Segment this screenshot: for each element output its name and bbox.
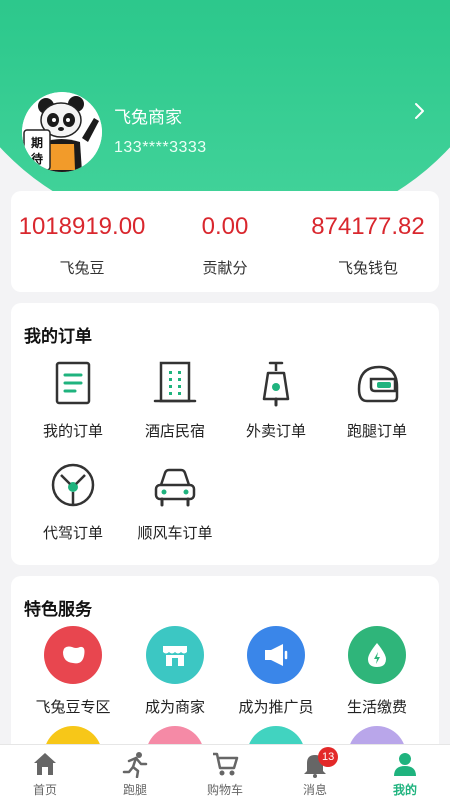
bottom-tab-bar: 首页 跑腿 购物车 13 消息 我的: [0, 744, 450, 800]
order-item-errand[interactable]: 跑腿订单: [327, 359, 427, 441]
feature-beans-zone[interactable]: 飞兔豆专区: [23, 626, 123, 717]
svg-text:期: 期: [31, 135, 43, 150]
tab-label: 消息: [302, 783, 327, 797]
order-item-label: 酒店民宿: [144, 423, 205, 440]
cart-icon: [211, 750, 239, 778]
order-item-label: 外卖订单: [245, 423, 306, 440]
steering-wheel-icon: [49, 461, 97, 509]
feature-label: 生活缴费: [346, 699, 407, 716]
user-name[interactable]: 飞兔商家: [114, 103, 182, 128]
megaphone-icon: [247, 626, 305, 684]
tab-label: 首页: [32, 783, 57, 797]
tab-messages[interactable]: 13 消息: [270, 745, 360, 800]
order-item-driver[interactable]: 代驾订单: [23, 461, 123, 543]
hotel-icon: [151, 359, 199, 407]
stat-label: 贡献分: [202, 260, 248, 277]
stat-value: 0.00: [201, 213, 249, 240]
order-item-label: 顺风车订单: [137, 525, 213, 542]
feature-become-merchant[interactable]: 成为商家: [125, 626, 225, 717]
order-item-carpool[interactable]: 顺风车订单: [125, 461, 225, 543]
message-count-badge: 13: [318, 747, 339, 767]
order-item-label: 我的订单: [42, 423, 103, 440]
stat-label: 飞兔钱包: [337, 260, 398, 277]
stats-card: 1018919.00 飞兔豆 0.00 贡献分 874177.82 飞兔钱包: [11, 191, 439, 292]
section-title: 特色服务: [24, 600, 92, 619]
bell-icon: 13: [301, 747, 339, 778]
user-icon: [391, 750, 419, 778]
tab-label: 购物车: [206, 783, 243, 797]
water-drop-icon: [348, 626, 406, 684]
feature-utility-payment[interactable]: 生活缴费: [327, 626, 427, 717]
home-icon: [31, 750, 59, 778]
order-item-label: 跑腿订单: [346, 423, 407, 440]
feature-label: 成为推广员: [238, 699, 314, 716]
runner-icon: [121, 750, 149, 779]
stat-wallet[interactable]: 874177.82 飞兔钱包: [297, 191, 439, 292]
tab-errand[interactable]: 跑腿: [90, 745, 180, 800]
section-title: 我的订单: [24, 327, 92, 346]
stat-contribution[interactable]: 0.00 贡献分: [154, 191, 296, 292]
tab-home[interactable]: 首页: [0, 745, 90, 800]
avatar[interactable]: 期 待: [22, 92, 102, 172]
tab-label: 我的: [392, 783, 417, 797]
scooter-icon: [252, 359, 300, 407]
stat-value: 1018919.00: [18, 213, 146, 240]
helmet-icon: [353, 359, 401, 407]
shop-icon: [146, 626, 204, 684]
user-phone: 133****3333: [114, 139, 207, 156]
features-card: 特色服务 飞兔豆专区 成为商家 成为推广员 生活缴费: [11, 576, 439, 756]
order-item-my-orders[interactable]: 我的订单: [23, 359, 123, 441]
stat-value: 874177.82: [311, 213, 425, 240]
order-item-hotel[interactable]: 酒店民宿: [125, 359, 225, 441]
tab-label: 跑腿: [122, 783, 147, 797]
order-list-icon: [49, 359, 97, 407]
orders-card: 我的订单 我的订单 酒店民宿 外卖订单 跑腿订单 代驾订单 顺风车订单: [11, 303, 439, 565]
panda-avatar-icon: 期 待: [22, 92, 102, 172]
tab-cart[interactable]: 购物车: [180, 745, 270, 800]
feature-become-promoter[interactable]: 成为推广员: [226, 626, 326, 717]
tab-mine[interactable]: 我的: [360, 745, 450, 800]
chevron-right-icon[interactable]: [408, 100, 430, 122]
feature-label: 成为商家: [144, 699, 205, 716]
bean-icon: [44, 626, 102, 684]
car-icon: [151, 461, 199, 509]
order-item-takeout[interactable]: 外卖订单: [226, 359, 326, 441]
order-item-label: 代驾订单: [42, 525, 103, 542]
stat-label: 飞兔豆: [59, 260, 105, 277]
feature-label: 飞兔豆专区: [35, 699, 111, 716]
stat-beans[interactable]: 1018919.00 飞兔豆: [11, 191, 153, 292]
